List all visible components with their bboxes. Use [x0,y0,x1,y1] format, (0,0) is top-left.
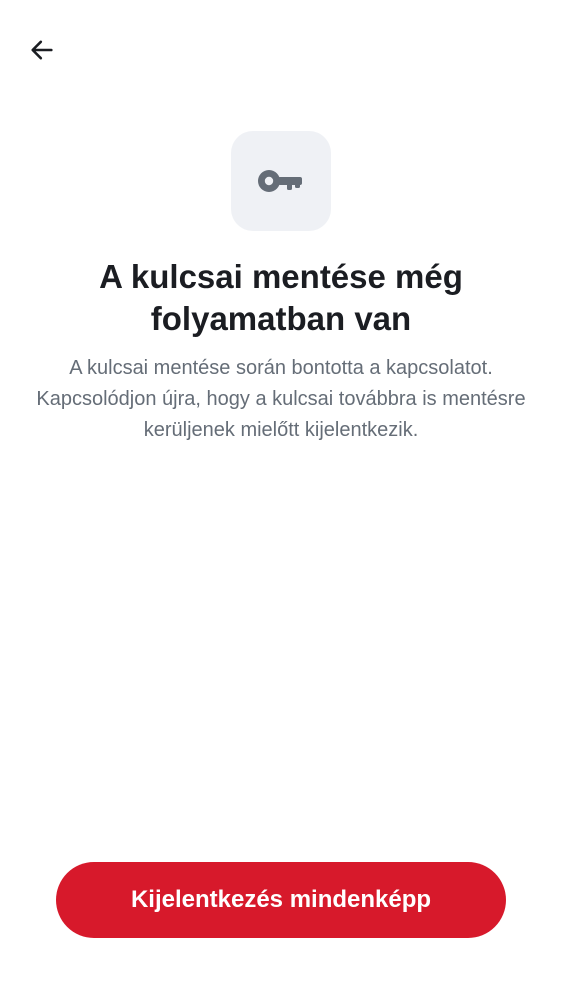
arrow-left-icon [31,40,53,60]
key-icon [258,170,302,192]
signout-anyway-button[interactable]: Kijelentkezés mindenképp [56,862,506,938]
back-button[interactable] [20,28,64,72]
key-icon-tile [231,131,331,231]
page-description: A kulcsai mentése során bontotta a kapcs… [36,357,526,441]
page-title: A kulcsai mentése még folyamatban van [99,258,463,337]
